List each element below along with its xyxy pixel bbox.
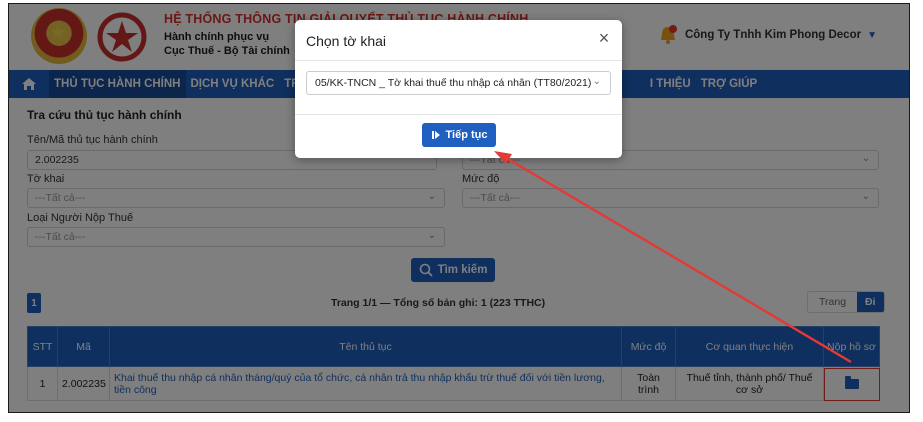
declaration-form-value: 05/KK-TNCN _ Tờ khai thuế thu nhập cá nh… [315, 77, 592, 89]
continue-button-label: Tiếp tục [445, 129, 488, 141]
play-icon [431, 131, 440, 139]
declaration-form-select[interactable]: 05/KK-TNCN _ Tờ khai thuế thu nhập cá nh… [306, 71, 611, 95]
modal-divider [295, 114, 622, 115]
select-declaration-modal: Chọn tờ khai × 05/KK-TNCN _ Tờ khai thuế… [295, 20, 622, 158]
modal-divider [295, 60, 622, 61]
browser-frame: ★ HỆ THỐNG THÔNG TIN GIẢI QUYẾT THỦ TỤC … [8, 3, 910, 413]
close-icon[interactable]: × [596, 29, 612, 47]
modal-title: Chọn tờ khai [306, 33, 387, 49]
continue-button[interactable]: Tiếp tục [422, 123, 496, 147]
chevron-down-icon: ⌄ [592, 76, 601, 87]
